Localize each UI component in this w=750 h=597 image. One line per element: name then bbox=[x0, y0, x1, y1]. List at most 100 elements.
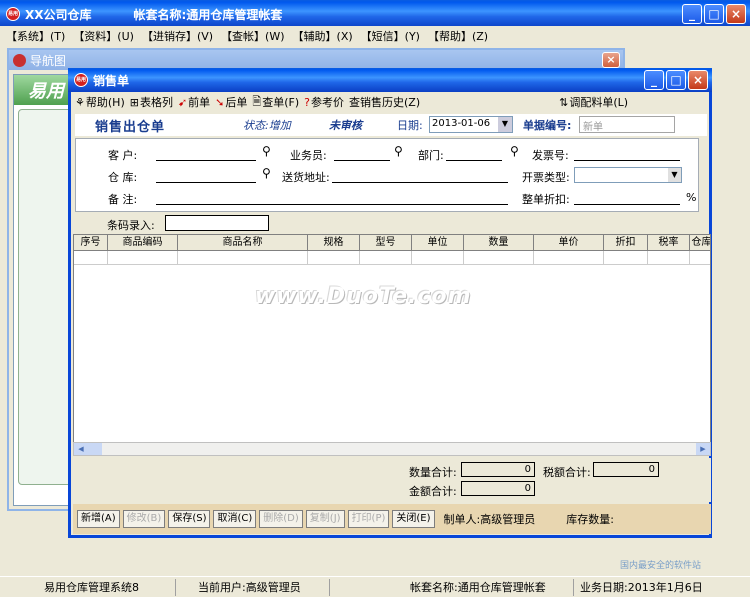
warehouse-field[interactable] bbox=[156, 169, 256, 183]
transfer-tool[interactable]: ⇅ 调配料单(L) bbox=[559, 94, 628, 110]
scroll-left-icon[interactable]: ◀ bbox=[74, 443, 88, 455]
qty-total-label: 数量合计: bbox=[409, 466, 457, 479]
col-discount[interactable]: 折扣 bbox=[604, 235, 648, 251]
sales-minimize-button[interactable]: _ bbox=[644, 70, 664, 90]
percent-label: % bbox=[686, 191, 697, 204]
transfer-icon: ⇅ bbox=[559, 95, 569, 109]
menu-help[interactable]: 【帮助】(Z) bbox=[428, 28, 488, 44]
invoice-no-label: 发票号: bbox=[532, 149, 569, 162]
col-price[interactable]: 单价 bbox=[534, 235, 604, 251]
warehouse-search-icon[interactable]: ⚲ bbox=[262, 166, 271, 180]
date-picker[interactable]: 2013-01-06 ▼ bbox=[429, 116, 513, 133]
tax-total-label: 税额合计: bbox=[543, 466, 591, 479]
next-label: 后单 bbox=[225, 96, 248, 109]
scroll-right-icon[interactable]: ▶ bbox=[696, 443, 710, 455]
minimize-button[interactable]: _ bbox=[682, 4, 702, 24]
help-icon: ⚘ bbox=[75, 95, 85, 109]
col-qty[interactable]: 数量 bbox=[464, 235, 534, 251]
close-doc-button[interactable]: 关闭(E) bbox=[392, 510, 435, 528]
find-doc-icon: 🗎 bbox=[252, 94, 262, 108]
status-system: 易用仓库管理系统8 bbox=[0, 578, 176, 596]
status-bar: 易用仓库管理系统8 当前用户:高级管理员 帐套名称:通用仓库管理帐套 业务日期:… bbox=[0, 576, 750, 597]
next-tool[interactable]: ➘ 后单 bbox=[215, 94, 247, 110]
salesman-label: 业务员: bbox=[290, 149, 327, 162]
transfer-label: 调配料单(L) bbox=[569, 96, 629, 109]
dept-search-icon[interactable]: ⚲ bbox=[510, 144, 519, 158]
maker-label: 制单人:高级管理员 bbox=[443, 513, 536, 526]
col-tax-rate[interactable]: 税率 bbox=[648, 235, 690, 251]
prev-tool[interactable]: ➹ 前单 bbox=[178, 94, 210, 110]
docno-field[interactable]: 新单 bbox=[579, 116, 675, 133]
discount-field[interactable] bbox=[574, 191, 680, 205]
edit-button[interactable]: 修改(B) bbox=[122, 510, 166, 528]
ref-price-tool[interactable]: ? 参考价 bbox=[304, 94, 344, 110]
doc-title: 销售出仓单 bbox=[95, 119, 166, 135]
history-label: 查销售历史(Z) bbox=[349, 96, 421, 109]
salesman-search-icon[interactable]: ⚲ bbox=[394, 144, 403, 158]
delete-button[interactable]: 删除(D) bbox=[259, 510, 303, 528]
table-format-tool[interactable]: ⊞ 表格列 bbox=[130, 94, 173, 110]
new-button[interactable]: 新增(A) bbox=[77, 510, 120, 528]
customer-search-icon[interactable]: ⚲ bbox=[262, 144, 271, 158]
menu-system[interactable]: 【系统】(T) bbox=[6, 28, 65, 44]
sales-maximize-button[interactable]: □ bbox=[666, 70, 686, 90]
menu-inventory[interactable]: 【进销存】(V) bbox=[142, 28, 213, 44]
cancel-button[interactable]: 取消(C) bbox=[213, 510, 257, 528]
sales-title: 销售单 bbox=[93, 73, 130, 88]
menu-assist[interactable]: 【辅助】(X) bbox=[293, 28, 353, 44]
doc-form: 客 户: ⚲ 业务员: ⚲ 部门: ⚲ 发票号: 仓 库: ⚲ 送货地址: 开票… bbox=[75, 138, 699, 212]
grid-header: 序号 商品编码 商品名称 规格 型号 单位 数量 单价 折扣 税率 仓库 bbox=[74, 235, 710, 251]
amount-total-value: 0 bbox=[461, 481, 535, 496]
delivery-addr-field[interactable] bbox=[332, 169, 508, 183]
nav-close-button[interactable]: × bbox=[602, 52, 620, 68]
customer-label: 客 户: bbox=[108, 149, 138, 162]
col-seq[interactable]: 序号 bbox=[74, 235, 108, 251]
horizontal-scrollbar[interactable]: ◀ ▶ bbox=[73, 442, 711, 456]
remark-field[interactable] bbox=[156, 191, 508, 205]
maximize-button[interactable]: □ bbox=[704, 4, 724, 24]
main-title-account-label: 帐套名称: bbox=[133, 7, 187, 22]
warehouse-label: 仓 库: bbox=[108, 171, 138, 184]
close-button[interactable]: × bbox=[726, 4, 746, 24]
prev-arrow-icon: ➹ bbox=[177, 95, 188, 109]
nav-title-bar: 导航图 × bbox=[9, 50, 623, 70]
status-date: 业务日期:2013年1月6日 bbox=[580, 580, 703, 594]
menu-data[interactable]: 【资料】(U) bbox=[73, 28, 134, 44]
status-account: 帐套名称:通用仓库管理帐套 bbox=[330, 578, 574, 596]
menu-accounts[interactable]: 【查帐】(W) bbox=[221, 28, 284, 44]
next-arrow-icon: ➘ bbox=[215, 95, 225, 109]
qty-total-value: 0 bbox=[461, 462, 535, 477]
col-code[interactable]: 商品编码 bbox=[108, 235, 178, 251]
find-tool[interactable]: 🗎 查单(F) bbox=[252, 93, 299, 112]
sales-toolbar: ⚘ 帮助(H) ⊞ 表格列 ➹ 前单 ➘ 后单 🗎 查单(F) ? 参考价 查销售历史(Z)… bbox=[71, 92, 709, 112]
date-label: 日期: bbox=[397, 119, 423, 132]
col-spec[interactable]: 规格 bbox=[308, 235, 360, 251]
col-warehouse[interactable]: 仓库 bbox=[690, 235, 710, 251]
sales-close-button[interactable]: × bbox=[688, 70, 708, 90]
help-tool[interactable]: ⚘ 帮助(H) bbox=[75, 94, 125, 110]
copy-button[interactable]: 复制(J) bbox=[305, 510, 345, 528]
totals-panel: 数量合计: 0 税额合计: 0 金额合计: 0 bbox=[73, 458, 711, 502]
amount-total-label: 金额合计: bbox=[409, 485, 457, 498]
tax-total-value: 0 bbox=[593, 462, 659, 477]
salesman-field[interactable] bbox=[334, 147, 390, 161]
customer-field[interactable] bbox=[156, 147, 256, 161]
items-grid[interactable]: 序号 商品编码 商品名称 规格 型号 单位 数量 单价 折扣 税率 仓库 bbox=[73, 234, 711, 455]
save-button[interactable]: 保存(S) bbox=[168, 510, 211, 528]
dropdown-arrow-icon[interactable]: ▼ bbox=[668, 168, 681, 182]
invoice-no-field[interactable] bbox=[574, 147, 680, 161]
invoice-type-select[interactable]: ▼ bbox=[574, 167, 682, 183]
barcode-input[interactable] bbox=[165, 215, 269, 231]
menu-sms[interactable]: 【短信】(Y) bbox=[361, 28, 420, 44]
dropdown-arrow-icon[interactable]: ▼ bbox=[498, 117, 512, 132]
watermark: www.DuoTe.com bbox=[255, 284, 472, 309]
col-name[interactable]: 商品名称 bbox=[178, 235, 308, 251]
dept-field[interactable] bbox=[446, 147, 502, 161]
scroll-thumb[interactable] bbox=[88, 443, 102, 455]
col-unit[interactable]: 单位 bbox=[412, 235, 464, 251]
history-tool[interactable]: 查销售历史(Z) bbox=[349, 94, 420, 110]
table-row[interactable] bbox=[74, 251, 710, 265]
col-model[interactable]: 型号 bbox=[360, 235, 412, 251]
table-format-label: 表格列 bbox=[139, 96, 173, 109]
print-button[interactable]: 打印(P) bbox=[347, 510, 390, 528]
